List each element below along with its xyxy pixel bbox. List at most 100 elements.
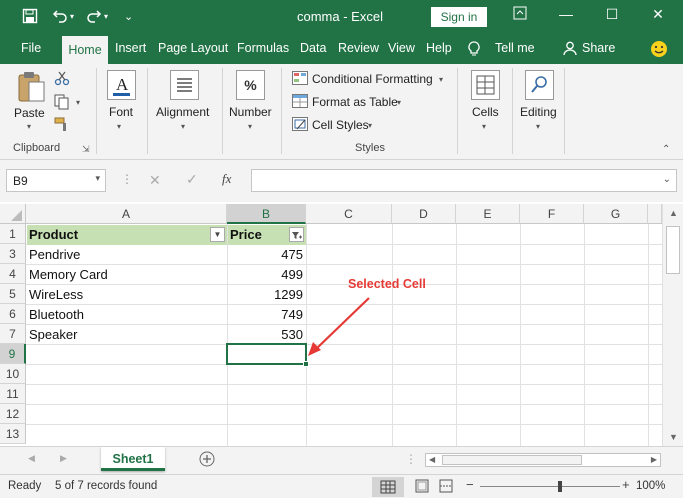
fill-handle[interactable] bbox=[303, 361, 309, 367]
row-header[interactable]: 13 bbox=[0, 424, 26, 444]
column-header-a[interactable]: A bbox=[26, 204, 227, 224]
tab-data[interactable]: Data bbox=[300, 41, 326, 55]
page-break-view-icon[interactable] bbox=[438, 478, 454, 497]
smiley-feedback-icon[interactable] bbox=[650, 40, 668, 61]
cells-dropdown-icon[interactable]: ▾ bbox=[482, 122, 486, 131]
tab-formulas[interactable]: Formulas bbox=[237, 41, 289, 55]
cell-styles-dropdown-icon[interactable]: ▾ bbox=[368, 121, 372, 130]
scroll-left-icon[interactable]: ◀ bbox=[429, 455, 435, 464]
format-painter-icon[interactable] bbox=[54, 116, 70, 135]
scroll-right-icon[interactable]: ▶ bbox=[651, 455, 657, 464]
number-button[interactable]: Number bbox=[229, 105, 272, 119]
prev-sheet-icon[interactable]: ◀ bbox=[28, 453, 35, 464]
paste-button[interactable]: Paste bbox=[14, 106, 45, 120]
price-cell[interactable]: 499 bbox=[228, 265, 303, 285]
horizontal-scroll-thumb[interactable] bbox=[442, 455, 582, 465]
column-header-g[interactable]: G bbox=[584, 204, 648, 224]
select-all-corner[interactable] bbox=[0, 204, 26, 224]
tab-view[interactable]: View bbox=[388, 41, 415, 55]
undo-icon[interactable] bbox=[52, 8, 68, 29]
tab-insert[interactable]: Insert bbox=[115, 41, 146, 55]
zoom-in-icon[interactable]: + bbox=[622, 477, 630, 492]
column-header-partial[interactable] bbox=[648, 204, 662, 224]
alignment-dropdown-icon[interactable]: ▾ bbox=[181, 122, 185, 131]
row-header[interactable]: 7 bbox=[0, 324, 26, 344]
redo-icon[interactable] bbox=[86, 8, 102, 29]
editing-button[interactable]: Editing bbox=[520, 105, 557, 119]
ribbon-display-icon[interactable] bbox=[505, 6, 535, 23]
tell-me-search[interactable]: Tell me bbox=[495, 41, 535, 55]
alignment-icon[interactable] bbox=[170, 70, 199, 100]
paste-icon[interactable] bbox=[16, 70, 46, 107]
formula-bar-grip-icon[interactable]: ⋮ bbox=[121, 172, 133, 186]
vertical-scroll-thumb[interactable] bbox=[666, 226, 680, 274]
column-header-e[interactable]: E bbox=[456, 204, 520, 224]
font-dropdown-icon[interactable]: ▾ bbox=[117, 122, 121, 131]
row-header[interactable]: 3 bbox=[0, 244, 26, 264]
tab-home[interactable]: Home bbox=[62, 36, 108, 64]
row-header[interactable]: 12 bbox=[0, 404, 26, 424]
editing-dropdown-icon[interactable]: ▾ bbox=[536, 122, 540, 131]
row-header[interactable]: 11 bbox=[0, 384, 26, 404]
product-cell[interactable]: Pendrive bbox=[29, 245, 225, 265]
cancel-icon[interactable]: ✕ bbox=[149, 172, 161, 189]
format-as-table-icon[interactable] bbox=[292, 94, 308, 111]
row-header[interactable]: 6 bbox=[0, 304, 26, 324]
column-header-c[interactable]: C bbox=[306, 204, 392, 224]
maximize-icon[interactable]: ☐ bbox=[597, 6, 627, 23]
share-button[interactable]: Share bbox=[582, 41, 615, 55]
filter-dropdown-icon[interactable]: ▼ bbox=[210, 227, 225, 242]
tab-help[interactable]: Help bbox=[426, 41, 452, 55]
name-box-dropdown-icon[interactable]: ▾ bbox=[95, 173, 100, 184]
cells-icon[interactable] bbox=[471, 70, 500, 100]
scroll-up-icon[interactable]: ▲ bbox=[669, 208, 678, 218]
header-cell-price[interactable]: Price bbox=[228, 225, 306, 245]
next-sheet-icon[interactable]: ▶ bbox=[60, 453, 67, 464]
scroll-down-icon[interactable]: ▼ bbox=[669, 432, 678, 442]
row-header[interactable]: 5 bbox=[0, 284, 26, 304]
redo-dropdown-icon[interactable]: ▾ bbox=[104, 8, 108, 26]
product-cell[interactable]: Memory Card bbox=[29, 265, 225, 285]
clipboard-launcher-icon[interactable]: ⇲ bbox=[82, 144, 90, 155]
close-icon[interactable]: ✕ bbox=[643, 6, 673, 23]
name-box[interactable]: B9 ▾ bbox=[6, 169, 106, 192]
price-cell[interactable]: 530 bbox=[228, 325, 303, 345]
undo-dropdown-icon[interactable]: ▾ bbox=[70, 8, 74, 26]
format-as-table-button[interactable]: Format as Table bbox=[312, 95, 398, 109]
conditional-formatting-icon[interactable] bbox=[292, 71, 308, 88]
price-cell[interactable]: 749 bbox=[228, 305, 303, 325]
row-header[interactable]: 10 bbox=[0, 364, 26, 384]
cells-button[interactable]: Cells bbox=[472, 105, 499, 119]
price-cell[interactable]: 475 bbox=[228, 245, 303, 265]
enter-icon[interactable]: ✓ bbox=[186, 171, 198, 188]
conditional-formatting-button[interactable]: Conditional Formatting bbox=[312, 72, 433, 86]
row-header[interactable]: 1 bbox=[0, 224, 26, 244]
minimize-icon[interactable]: — bbox=[551, 6, 581, 22]
sign-in-button[interactable]: Sign in bbox=[431, 7, 487, 27]
column-header-b[interactable]: B bbox=[227, 204, 306, 224]
insert-function-icon[interactable]: fx bbox=[222, 171, 231, 187]
cut-icon[interactable] bbox=[54, 70, 70, 89]
cell-styles-button[interactable]: Cell Styles bbox=[312, 118, 369, 132]
column-header-f[interactable]: F bbox=[520, 204, 584, 224]
selected-cell-b9[interactable] bbox=[226, 343, 309, 367]
tab-review[interactable]: Review bbox=[338, 41, 379, 55]
format-as-table-dropdown-icon[interactable]: ▾ bbox=[397, 98, 401, 107]
conditional-formatting-dropdown-icon[interactable]: ▾ bbox=[439, 75, 443, 84]
product-cell[interactable]: Speaker bbox=[29, 325, 225, 345]
zoom-level[interactable]: 100% bbox=[636, 480, 665, 492]
font-button[interactable]: Font bbox=[109, 105, 133, 119]
row-header[interactable]: 4 bbox=[0, 264, 26, 284]
copy-icon[interactable] bbox=[54, 94, 70, 113]
collapse-ribbon-icon[interactable]: ⌃ bbox=[662, 144, 670, 155]
person-icon[interactable] bbox=[563, 41, 577, 59]
paste-dropdown-icon[interactable]: ▾ bbox=[27, 122, 31, 131]
price-cell[interactable]: 1299 bbox=[228, 285, 303, 305]
row-header-selected[interactable]: 9 bbox=[0, 344, 26, 364]
save-icon[interactable] bbox=[22, 8, 38, 29]
product-cell[interactable]: Bluetooth bbox=[29, 305, 225, 325]
customize-toolbar-icon[interactable]: ⌄ bbox=[124, 8, 133, 26]
cell-styles-icon[interactable] bbox=[292, 117, 308, 134]
number-dropdown-icon[interactable]: ▾ bbox=[248, 122, 252, 131]
copy-dropdown-icon[interactable]: ▾ bbox=[76, 98, 80, 107]
